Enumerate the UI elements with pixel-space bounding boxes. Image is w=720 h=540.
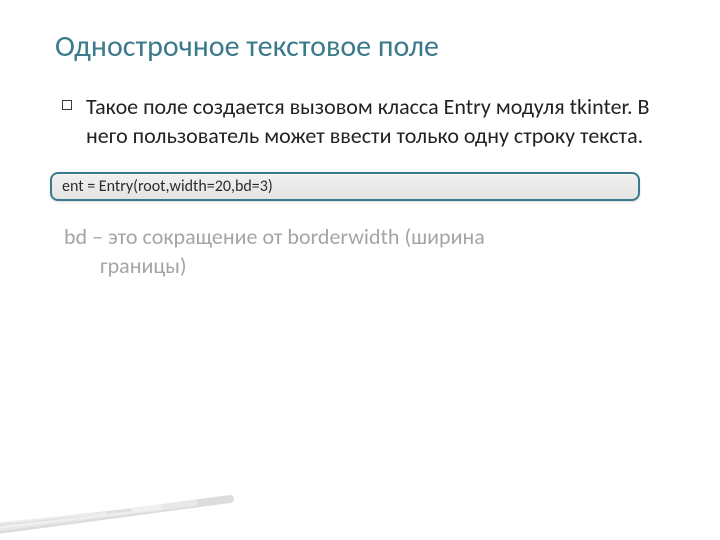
bullet-item: Такое поле создается вызовом класса Entr… (50, 93, 670, 150)
note-text: bd – это сокращение от borderwidth (шири… (50, 223, 670, 280)
slide-title: Однострочное текстовое поле (0, 0, 720, 75)
code-text: ent = Entry(root,width=20,bd=3) (62, 177, 273, 196)
code-box: ent = Entry(root,width=20,bd=3) (50, 172, 640, 201)
decorative-lines-icon (0, 493, 240, 538)
bullet-box-icon (62, 100, 72, 110)
slide-content: Такое поле создается вызовом класса Entr… (0, 75, 720, 280)
note-line-1: bd – это сокращение от borderwidth (шири… (64, 223, 485, 250)
note-line-2: границы) (64, 252, 187, 279)
bullet-text: Такое поле создается вызовом класса Entr… (86, 93, 670, 150)
